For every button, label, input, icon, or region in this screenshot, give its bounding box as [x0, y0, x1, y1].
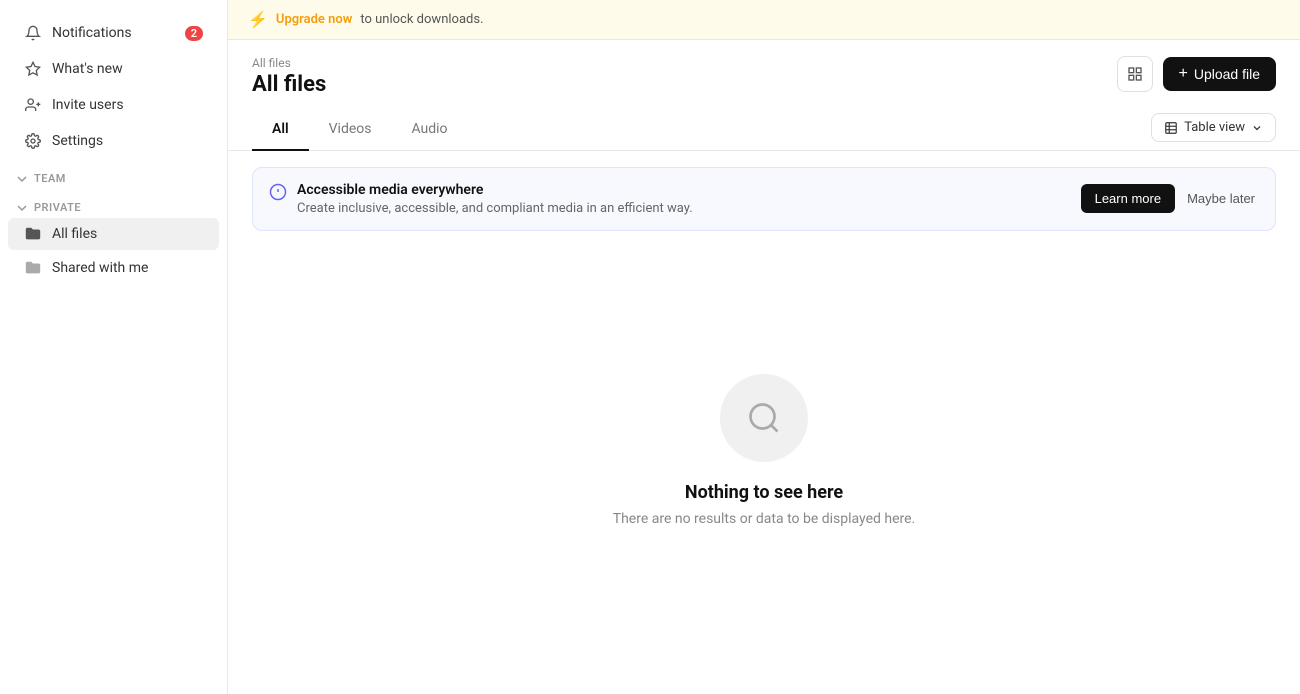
info-banner-actions: Learn more Maybe later — [1081, 184, 1259, 213]
tab-videos[interactable]: Videos — [309, 113, 392, 151]
upgrade-banner-message: to unlock downloads. — [360, 12, 483, 27]
sidebar-invite-label: Invite users — [52, 97, 124, 113]
upgrade-now-link[interactable]: Upgrade now — [276, 12, 352, 27]
content-header: All files All files + Upload file — [228, 40, 1300, 97]
person-add-icon — [24, 96, 42, 114]
tabs-bar: All Videos Audio Table view — [228, 101, 1300, 151]
sidebar-whats-new-label: What's new — [52, 61, 123, 77]
empty-state-icon-circle — [720, 374, 808, 462]
private-section-label: PRIVATE — [34, 201, 81, 214]
table-icon — [1164, 121, 1178, 135]
empty-state-description: There are no results or data to be displ… — [613, 511, 916, 527]
sidebar-section-private: PRIVATE — [8, 201, 219, 214]
sparkle-icon — [24, 60, 42, 78]
info-banner: Accessible media everywhere Create inclu… — [252, 167, 1276, 231]
view-toggle-label: Table view — [1184, 120, 1245, 135]
maybe-later-button[interactable]: Maybe later — [1183, 184, 1259, 213]
header-actions: + Upload file — [1117, 56, 1277, 92]
all-files-label: All files — [52, 226, 97, 242]
bell-icon — [24, 24, 42, 42]
main-content: ⚡ Upgrade now to unlock downloads. All f… — [228, 0, 1300, 694]
tabs-group: All Videos Audio — [252, 113, 468, 150]
info-banner-content: Accessible media everywhere Create inclu… — [269, 182, 693, 216]
chevron-down-icon — [1251, 122, 1263, 134]
sidebar-item-whats-new[interactable]: What's new — [8, 52, 219, 86]
team-section-label: TEAM — [34, 172, 66, 185]
upload-plus-icon: + — [1179, 65, 1188, 83]
search-icon — [746, 400, 782, 436]
sidebar-item-settings[interactable]: Settings — [8, 124, 219, 158]
sidebar: Notifications 2 What's new Invite users — [0, 0, 228, 694]
view-toggle-button[interactable]: Table view — [1151, 113, 1276, 142]
grid-view-button[interactable] — [1117, 56, 1153, 92]
sidebar-item-invite-users[interactable]: Invite users — [8, 88, 219, 122]
info-banner-description: Create inclusive, accessible, and compli… — [297, 201, 693, 216]
notifications-badge: 2 — [185, 26, 203, 41]
empty-state-title: Nothing to see here — [685, 482, 843, 503]
sidebar-settings-label: Settings — [52, 133, 103, 149]
sidebar-section-team: TEAM — [8, 172, 219, 185]
info-banner-text: Accessible media everywhere Create inclu… — [297, 182, 693, 216]
info-banner-title: Accessible media everywhere — [297, 182, 693, 198]
sidebar-notifications-label: Notifications — [52, 25, 132, 41]
empty-state: Nothing to see here There are no results… — [228, 247, 1300, 694]
sidebar-item-notifications[interactable]: Notifications 2 — [8, 16, 219, 50]
info-icon — [269, 183, 287, 206]
gear-icon — [24, 132, 42, 150]
upload-file-button[interactable]: + Upload file — [1163, 57, 1277, 91]
private-section-header[interactable]: PRIVATE — [16, 201, 211, 214]
shared-with-me-label: Shared with me — [52, 260, 148, 276]
sidebar-item-shared-with-me[interactable]: Shared with me — [8, 252, 219, 284]
tab-audio[interactable]: Audio — [391, 113, 467, 151]
page-title: All files — [252, 72, 326, 97]
sidebar-bottom-fade — [0, 618, 227, 678]
breadcrumb: All files — [252, 56, 326, 70]
learn-more-button[interactable]: Learn more — [1081, 184, 1175, 213]
upgrade-banner: ⚡ Upgrade now to unlock downloads. — [228, 0, 1300, 40]
breadcrumb-title-group: All files All files — [252, 56, 326, 97]
lightning-icon: ⚡ — [248, 10, 268, 29]
team-section-header[interactable]: TEAM — [16, 172, 211, 185]
sidebar-item-all-files[interactable]: All files — [8, 218, 219, 250]
upload-file-label: Upload file — [1194, 66, 1260, 82]
tab-all[interactable]: All — [252, 113, 309, 151]
